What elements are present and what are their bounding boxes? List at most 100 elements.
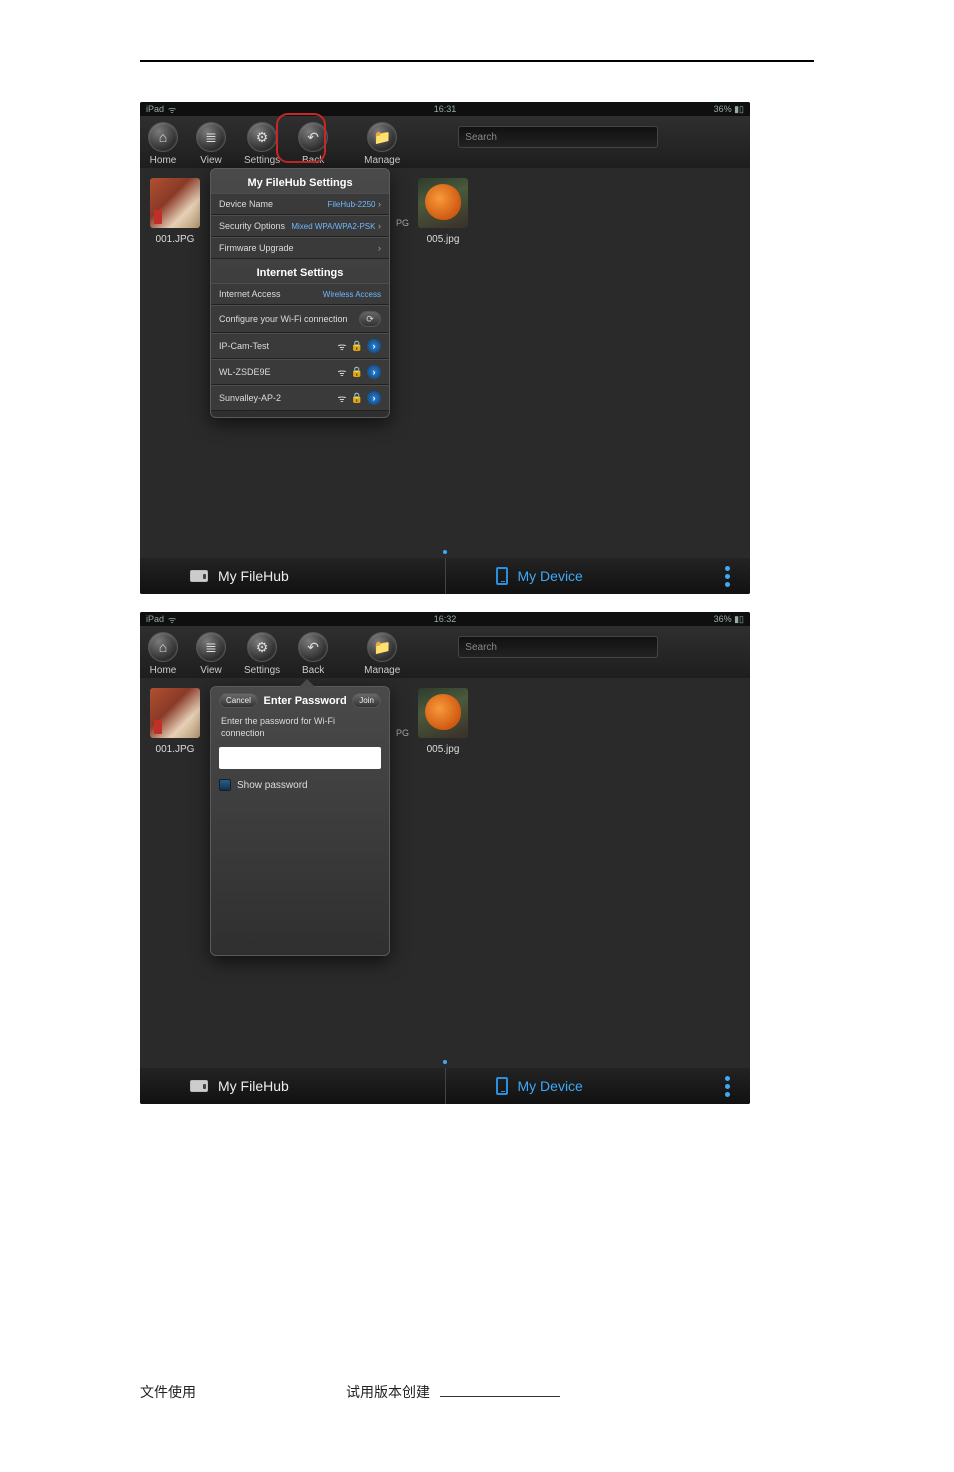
manage-button[interactable]: 📁 Manage [364, 122, 400, 166]
thumb-005[interactable]: 005.jpg [418, 688, 468, 755]
refresh-button[interactable]: ⟳ [359, 311, 381, 327]
page-indicator [443, 550, 447, 554]
lock-icon: 🔒 [351, 341, 363, 352]
wifi-name: WL-ZSDE9E [219, 367, 333, 377]
password-popover: Cancel Enter Password Join Enter the pas… [210, 686, 390, 956]
wifi-icon: ᯤ [168, 613, 176, 626]
home-label: Home [150, 665, 177, 676]
toolbar: ⌂ Home ≣ View ⚙ Settings ↶ Back 📁 Manage Sear… [140, 626, 750, 678]
back-label: Back [302, 665, 324, 676]
search-input[interactable]: Search [458, 636, 658, 658]
show-password-toggle[interactable]: Show password [219, 779, 381, 791]
back-icon: ↶ [307, 639, 319, 656]
panel-header-internet: Internet Settings [211, 259, 389, 283]
thumb-pg-suffix: PG [396, 218, 409, 228]
detail-button[interactable]: › [367, 391, 381, 405]
detail-button[interactable]: › [367, 339, 381, 353]
popover-title: Enter Password [264, 695, 347, 707]
bottom-bar: My FileHub My Device [140, 1068, 750, 1104]
device-name-value: FileHub-2250 [327, 200, 375, 209]
wifi-row-ipcam[interactable]: IP-Cam-Test ᯤ 🔒 › [211, 333, 389, 359]
footer-underline [440, 1383, 560, 1397]
drive-icon [190, 1080, 208, 1092]
tab-my-filehub[interactable]: My FileHub [140, 1068, 445, 1104]
settings-button[interactable]: ⚙ Settings [244, 632, 280, 676]
lock-icon: 🔒 [351, 393, 363, 404]
chevron-right-icon: › [378, 199, 381, 209]
thumbnail-image [150, 688, 200, 738]
page-indicator [443, 1060, 447, 1064]
internet-access-value: Wireless Access [323, 290, 381, 299]
security-label: Security Options [219, 221, 285, 231]
tab-my-device[interactable]: My Device [446, 1068, 751, 1104]
settings-label: Settings [244, 665, 280, 676]
home-label: Home [150, 155, 177, 166]
wifi-name: Sunvalley-AP-2 [219, 393, 333, 403]
thumb-001[interactable]: 001.JPG [150, 178, 200, 245]
view-label: View [200, 155, 222, 166]
thumb-001[interactable]: 001.JPG [150, 688, 200, 755]
wifi-row-sunvalley[interactable]: Sunvalley-AP-2 ᯤ 🔒 › [211, 385, 389, 411]
tab-my-filehub[interactable]: My FileHub [140, 558, 445, 594]
list-icon: ≣ [205, 639, 217, 656]
status-bar: iPad ᯤ 16:31 36% ▮▯ [140, 102, 750, 116]
device-icon [496, 1077, 508, 1095]
settings-panel: My FileHub Settings Device Name FileHub-… [210, 168, 390, 418]
manage-button[interactable]: 📁 Manage [364, 632, 400, 676]
settings-highlight [276, 113, 326, 163]
back-button[interactable]: ↶ Back [298, 632, 328, 676]
more-icon[interactable] [725, 566, 730, 587]
gear-icon: ⚙ [256, 639, 269, 656]
row-device-name[interactable]: Device Name FileHub-2250 › [211, 193, 389, 215]
tab-device-label: My Device [518, 1078, 583, 1094]
view-button[interactable]: ≣ View [196, 122, 226, 166]
thumb-005[interactable]: 005.jpg [418, 178, 468, 245]
search-input[interactable]: Search [458, 126, 658, 148]
home-button[interactable]: ⌂ Home [148, 632, 178, 676]
battery-label: 36% [714, 104, 732, 114]
footer-right: 试用版本创建 [346, 1382, 430, 1402]
battery-icon: ▮▯ [734, 614, 744, 624]
chevron-right-icon: › [378, 243, 381, 253]
page-top-rule [140, 60, 814, 62]
list-icon: ≣ [205, 129, 217, 146]
panel-header-filehub: My FileHub Settings [211, 173, 389, 193]
toolbar: ⌂ Home ≣ View ⚙ Settings ↶ Back 📁 Manage [140, 116, 750, 168]
device-name-label: Device Name [219, 199, 273, 209]
content-area: 001.JPG PG 005.jpg My FileHub Settings D… [140, 168, 750, 558]
wifi-row-zsde9e[interactable]: WL-ZSDE9E ᯤ 🔒 › [211, 359, 389, 385]
internet-access-label: Internet Access [219, 289, 281, 299]
row-security[interactable]: Security Options Mixed WPA/WPA2-PSK › [211, 215, 389, 237]
popover-message: Enter the password for Wi-Fi connection [221, 716, 379, 739]
settings-label: Settings [244, 155, 280, 166]
cancel-button[interactable]: Cancel [219, 693, 258, 708]
security-value: Mixed WPA/WPA2-PSK [291, 222, 375, 231]
folder-icon: 📁 [373, 639, 390, 656]
manage-label: Manage [364, 665, 400, 676]
view-label: View [200, 665, 222, 676]
detail-button[interactable]: › [367, 365, 381, 379]
content-area: 001.JPG PG 005.jpg Cancel Enter Password… [140, 678, 750, 1068]
thumb-pg-suffix: PG [396, 728, 409, 738]
wifi-icon: ᯤ [168, 103, 176, 116]
footer-left: 文件使用 [140, 1382, 196, 1402]
status-time: 16:32 [246, 614, 644, 624]
join-button[interactable]: Join [352, 693, 381, 708]
home-icon: ⌂ [159, 129, 167, 145]
row-internet-access[interactable]: Internet Access Wireless Access [211, 283, 389, 305]
wifi-signal-icon: ᯤ [337, 365, 346, 379]
password-input[interactable] [219, 747, 381, 769]
more-icon[interactable] [725, 1076, 730, 1097]
home-icon: ⌂ [159, 639, 167, 655]
tab-filehub-label: My FileHub [218, 568, 289, 584]
view-button[interactable]: ≣ View [196, 632, 226, 676]
status-device: iPad [146, 614, 164, 624]
show-password-label: Show password [237, 780, 308, 791]
gear-icon: ⚙ [256, 129, 269, 146]
screenshot-1: iPad ᯤ 16:31 36% ▮▯ ⌂ Home ≣ View ⚙ Sett… [140, 102, 750, 594]
checkbox-icon [219, 779, 231, 791]
home-button[interactable]: ⌂ Home [148, 122, 178, 166]
settings-button[interactable]: ⚙ Settings [244, 122, 280, 166]
row-firmware[interactable]: Firmware Upgrade › [211, 237, 389, 259]
tab-my-device[interactable]: My Device [446, 558, 751, 594]
